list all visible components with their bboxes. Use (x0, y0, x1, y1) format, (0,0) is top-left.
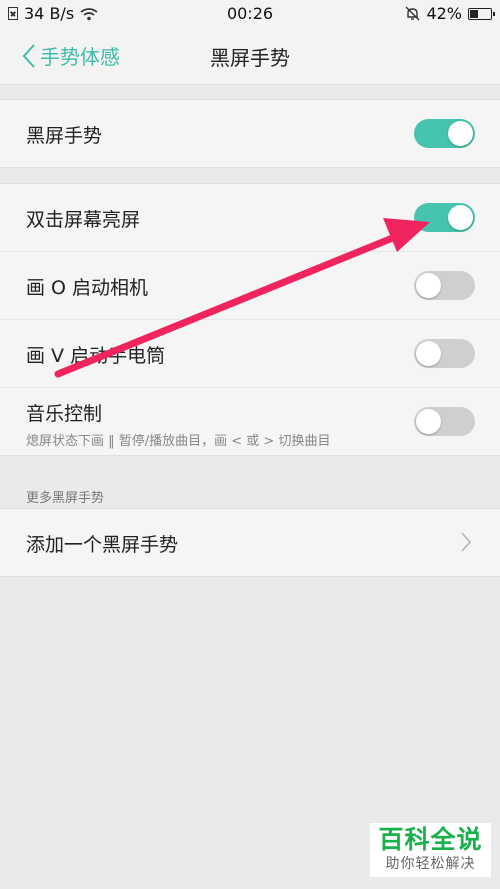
chevron-left-icon (22, 43, 35, 68)
double-tap-wake-toggle[interactable] (414, 203, 475, 232)
draw-v-flashlight-toggle[interactable] (414, 339, 475, 368)
toggle-knob (448, 121, 473, 146)
draw-o-camera-toggle[interactable] (414, 271, 475, 300)
chevron-right-icon (461, 532, 472, 552)
status-bar: 34 B/s 00:26 42% (0, 0, 500, 28)
mute-bell-icon (405, 6, 420, 21)
add-gesture-label: 添加一个黑屏手势 (26, 534, 179, 556)
setting-label: 画 O 启动相机 (26, 277, 149, 299)
watermark-title: 百科全说 (378, 825, 483, 854)
setting-label: 音乐控制 (26, 403, 103, 425)
setting-row-double-tap-wake: 双击屏幕亮屏 (0, 184, 500, 252)
setting-label: 双击屏幕亮屏 (26, 209, 141, 231)
add-gesture-row[interactable]: 添加一个黑屏手势 (0, 509, 500, 576)
toggle-knob (416, 273, 441, 298)
section-caption-more: 更多黑屏手势 (26, 491, 105, 506)
settings-group-more: 添加一个黑屏手势 (0, 508, 500, 577)
battery-fill (470, 9, 478, 18)
settings-group-main: 黑屏手势 (0, 99, 500, 168)
toggle-knob (448, 205, 473, 230)
setting-row-draw-o-camera: 画 O 启动相机 (0, 252, 500, 320)
back-label: 手势体感 (40, 45, 120, 69)
watermark-logo: 百科全说 助你轻松解决 (370, 823, 491, 877)
setting-row-music-control: 音乐控制 熄屏状态下画 ‖ 暂停/播放曲目，画 < 或 > 切换曲目 (0, 388, 500, 455)
status-right: 42% (405, 4, 495, 23)
battery-percent: 42% (426, 4, 462, 23)
battery-icon (468, 7, 495, 20)
setting-label: 画 V 启动手电筒 (26, 345, 166, 367)
watermark-subtitle: 助你轻松解决 (385, 856, 476, 872)
toggle-knob (416, 409, 441, 434)
setting-sublabel: 熄屏状态下画 ‖ 暂停/播放曲目，画 < 或 > 切换曲目 (26, 434, 331, 449)
setting-label: 黑屏手势 (26, 125, 103, 147)
back-button[interactable]: 手势体感 (22, 41, 120, 70)
toggle-knob (416, 341, 441, 366)
settings-group-gestures: 双击屏幕亮屏 画 O 启动相机 画 V 启动手电筒 音乐控制 熄屏状态下画 ‖ … (0, 183, 500, 456)
black-screen-gesture-toggle[interactable] (414, 119, 475, 148)
setting-row-black-screen-gesture: 黑屏手势 (0, 100, 500, 167)
header: 手势体感 黑屏手势 (0, 28, 500, 85)
music-control-toggle[interactable] (414, 407, 475, 436)
setting-row-draw-v-flashlight: 画 V 启动手电筒 (0, 320, 500, 388)
